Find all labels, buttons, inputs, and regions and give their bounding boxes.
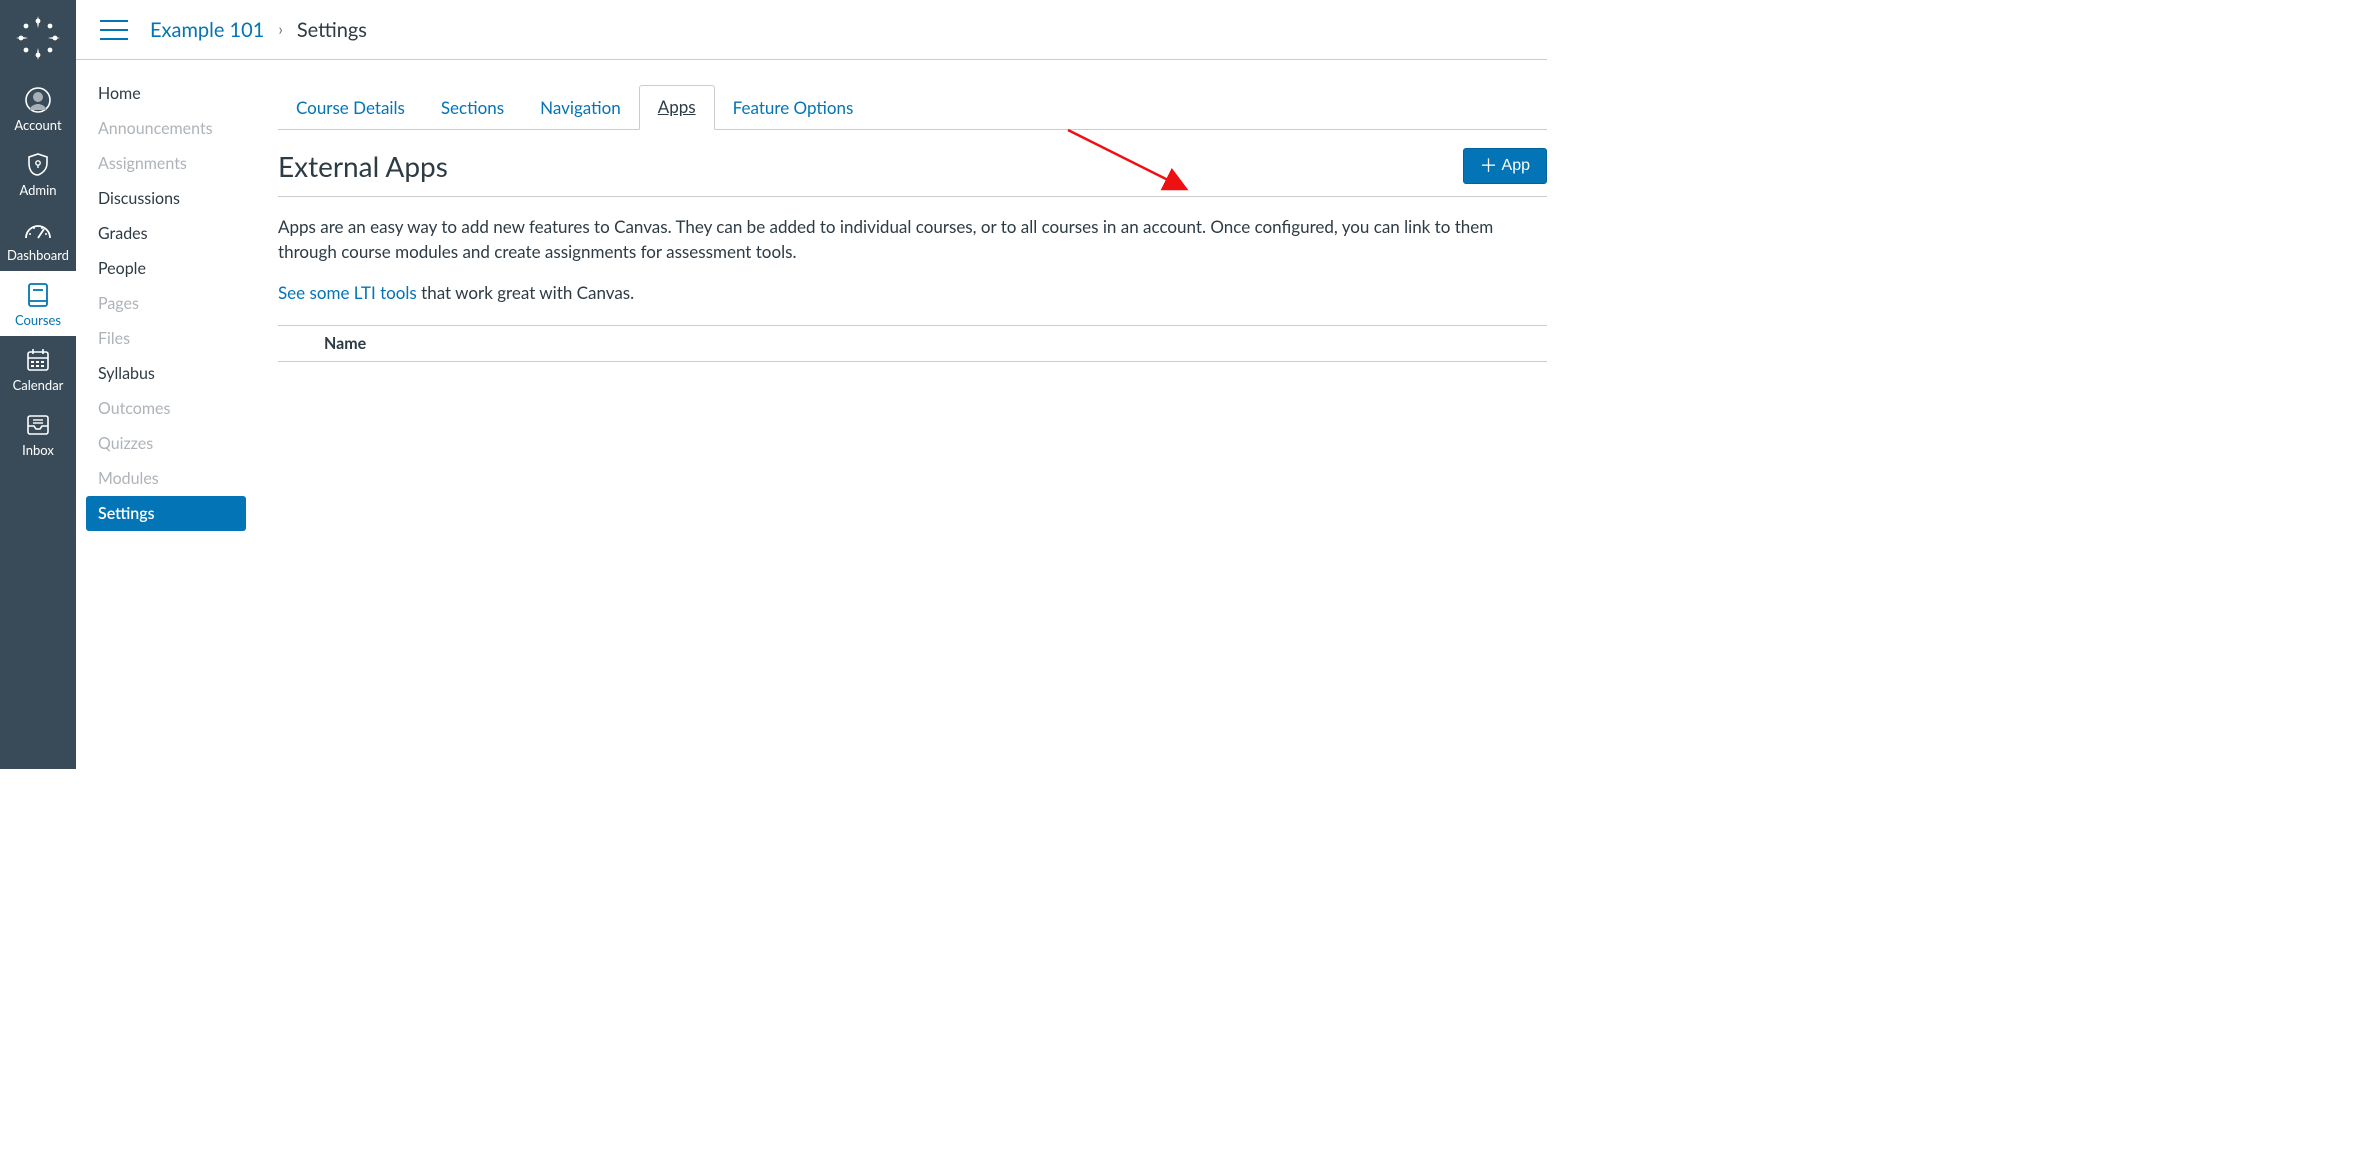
page-header: External Apps ＋ App bbox=[278, 134, 1547, 197]
canvas-logo[interactable] bbox=[0, 0, 76, 76]
settings-main: Course Details Sections Navigation Apps … bbox=[246, 60, 1571, 769]
add-app-button-label: App bbox=[1502, 157, 1530, 175]
global-nav: Account Admin Dashboard Courses Calendar… bbox=[0, 0, 76, 769]
tab-navigation[interactable]: Navigation bbox=[522, 87, 639, 130]
tab-sections[interactable]: Sections bbox=[423, 87, 522, 130]
global-nav-account[interactable]: Account bbox=[0, 76, 76, 141]
plus-icon: ＋ bbox=[1480, 158, 1498, 174]
shield-icon bbox=[24, 151, 52, 179]
course-nav-toggle[interactable] bbox=[100, 20, 128, 40]
canvas-logo-icon bbox=[16, 16, 60, 60]
course-nav-files[interactable]: Files bbox=[86, 321, 246, 356]
breadcrumb-separator: › bbox=[278, 20, 283, 39]
breadcrumb-current: Settings bbox=[297, 18, 367, 42]
tab-feature-options[interactable]: Feature Options bbox=[715, 87, 872, 130]
global-nav-calendar[interactable]: Calendar bbox=[0, 336, 76, 401]
column-name: Name bbox=[324, 334, 366, 353]
global-nav-inbox[interactable]: Inbox bbox=[0, 401, 76, 466]
apps-description: Apps are an easy way to add new features… bbox=[278, 215, 1547, 264]
breadcrumb: Example 101 › Settings bbox=[150, 18, 367, 42]
course-nav: Home Announcements Assignments Discussio… bbox=[86, 60, 246, 769]
book-icon bbox=[24, 281, 52, 309]
course-nav-settings[interactable]: Settings bbox=[86, 496, 246, 531]
course-nav-modules[interactable]: Modules bbox=[86, 461, 246, 496]
gauge-icon bbox=[24, 216, 52, 244]
settings-tabs: Course Details Sections Navigation Apps … bbox=[278, 84, 1547, 130]
lti-trailing-text: that work great with Canvas. bbox=[417, 282, 634, 303]
global-nav-label: Inbox bbox=[22, 442, 54, 458]
course-nav-discussions[interactable]: Discussions bbox=[86, 181, 246, 216]
lti-tools-line: See some LTI tools that work great with … bbox=[278, 282, 1547, 303]
apps-table-header: Name bbox=[278, 325, 1547, 362]
global-nav-label: Courses bbox=[15, 312, 61, 328]
tab-course-details[interactable]: Course Details bbox=[278, 87, 423, 130]
page-title: External Apps bbox=[278, 149, 448, 183]
course-nav-people[interactable]: People bbox=[86, 251, 246, 286]
breadcrumb-course-link[interactable]: Example 101 bbox=[150, 18, 264, 42]
global-nav-label: Admin bbox=[19, 182, 56, 198]
user-icon bbox=[24, 86, 52, 114]
course-nav-announcements[interactable]: Announcements bbox=[86, 111, 246, 146]
global-nav-courses[interactable]: Courses bbox=[0, 271, 76, 336]
global-nav-dashboard[interactable]: Dashboard bbox=[0, 206, 76, 271]
course-nav-syllabus[interactable]: Syllabus bbox=[86, 356, 246, 391]
topbar: Example 101 › Settings bbox=[76, 0, 1547, 60]
course-nav-assignments[interactable]: Assignments bbox=[86, 146, 246, 181]
course-nav-pages[interactable]: Pages bbox=[86, 286, 246, 321]
calendar-icon bbox=[24, 346, 52, 374]
add-app-button[interactable]: ＋ App bbox=[1463, 148, 1547, 184]
course-nav-home[interactable]: Home bbox=[86, 76, 246, 111]
course-nav-quizzes[interactable]: Quizzes bbox=[86, 426, 246, 461]
inbox-icon bbox=[24, 411, 52, 439]
course-nav-grades[interactable]: Grades bbox=[86, 216, 246, 251]
global-nav-label: Account bbox=[14, 117, 61, 133]
lti-tools-link[interactable]: See some LTI tools bbox=[278, 282, 417, 303]
content-region: Example 101 › Settings Home Announcement… bbox=[76, 0, 1571, 769]
course-nav-outcomes[interactable]: Outcomes bbox=[86, 391, 246, 426]
global-nav-label: Dashboard bbox=[7, 247, 69, 263]
global-nav-label: Calendar bbox=[13, 377, 64, 393]
global-nav-admin[interactable]: Admin bbox=[0, 141, 76, 206]
tab-apps[interactable]: Apps bbox=[639, 85, 715, 130]
